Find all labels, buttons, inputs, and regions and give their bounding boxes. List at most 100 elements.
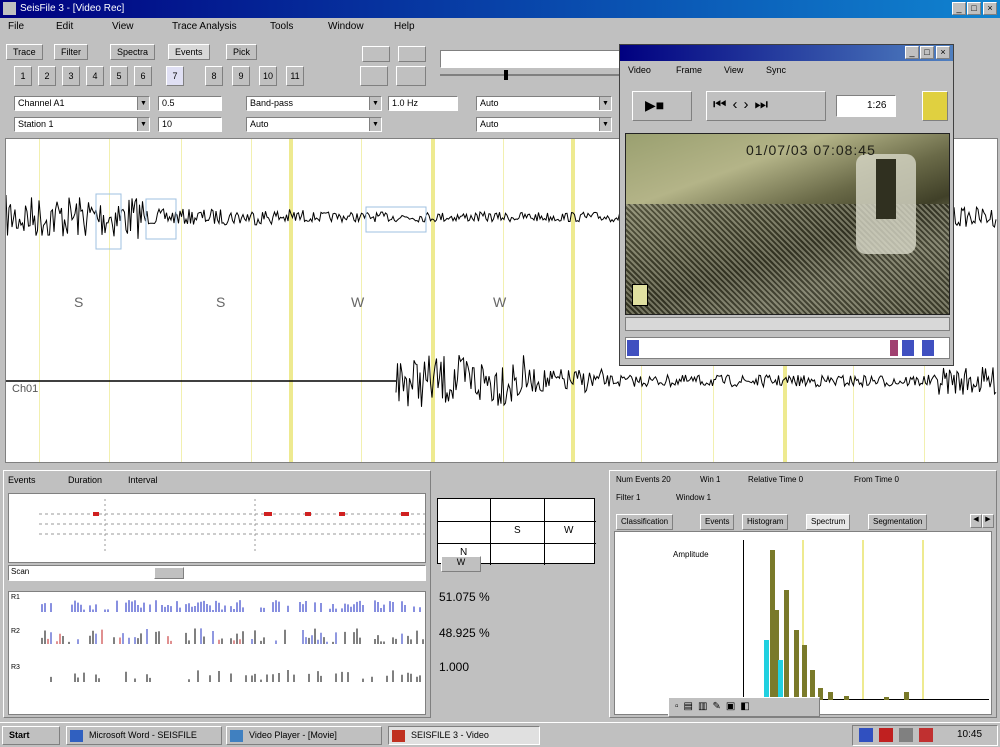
chevron-down-icon: ▼ [137, 118, 149, 131]
video-timeline[interactable] [625, 317, 950, 331]
toolbar-button-10[interactable]: 10 [259, 66, 277, 86]
menu-window[interactable]: Window [328, 21, 364, 32]
tab-scroll-left-icon[interactable]: ◀ [970, 514, 982, 528]
marker-label: W [351, 294, 365, 310]
video-menu-frame[interactable]: Frame [676, 65, 702, 75]
tab-filter[interactable]: Filter [54, 44, 88, 60]
nav-button-right[interactable] [398, 46, 426, 62]
mode-combo[interactable]: Auto ▼ [246, 117, 382, 132]
histogram-bar [828, 692, 833, 700]
param-field-2[interactable]: 10 [158, 117, 222, 132]
histogram-area[interactable]: Amplitude [614, 531, 992, 715]
play-button[interactable]: ▶■ [632, 91, 692, 121]
toolbar-button-1[interactable]: 1 [14, 66, 32, 86]
frame-counter[interactable]: 1:26 [836, 95, 896, 117]
video-maximize-button[interactable]: □ [920, 46, 934, 59]
network-icon[interactable] [859, 728, 873, 742]
histogram-bars [764, 550, 909, 700]
w-row-button[interactable]: W [441, 556, 481, 572]
legend-label: Amplitude [673, 550, 709, 559]
horizontal-scrollbar[interactable]: Scan [8, 565, 426, 581]
tab-scroll-right-icon[interactable]: ▶ [982, 514, 994, 528]
tab-interval[interactable]: Interval [128, 475, 158, 485]
video-menu-video[interactable]: Video [628, 65, 651, 75]
toolbar-button-7[interactable]: 7 [166, 66, 184, 86]
frame-step-controls[interactable]: ⏮‹›⏭ [706, 91, 826, 121]
video-seek-bar[interactable] [625, 337, 950, 359]
position-field[interactable] [440, 50, 620, 68]
filter-combo[interactable]: Band-pass ▼ [246, 96, 382, 111]
station-combo[interactable]: Station 1 ▼ [14, 117, 150, 132]
video-close-button[interactable]: × [936, 46, 950, 59]
tab-pick[interactable]: Pick [226, 44, 258, 60]
video-timestamp: 01/07/03 07:08:45 [746, 142, 876, 158]
menu-edit[interactable]: Edit [56, 21, 73, 32]
event-markers [39, 499, 425, 554]
toolbar-button-8[interactable]: 8 [205, 66, 223, 86]
tab-duration[interactable]: Duration [68, 475, 102, 485]
window-title: SeisFile 3 - [Video Rec] [20, 3, 125, 14]
position-slider-thumb[interactable] [504, 70, 508, 80]
video-menu-sync[interactable]: Sync [766, 65, 786, 75]
video-window[interactable]: _ □ × Video Frame View Sync ▶■ ⏮‹›⏭ 1:26… [619, 44, 954, 366]
video-menu-view[interactable]: View [724, 65, 743, 75]
scale-combo[interactable]: Auto ▼ [476, 96, 612, 111]
antivirus-icon[interactable] [879, 728, 893, 742]
minimize-button[interactable]: _ [952, 2, 966, 15]
tab-events[interactable]: Events [168, 44, 210, 60]
histogram-bar [884, 697, 889, 700]
menu-help[interactable]: Help [394, 21, 415, 32]
mini-toolbar[interactable]: ▫▤▥✎▣◧ [668, 697, 820, 717]
histogram-bar [904, 692, 909, 700]
tab-spectra[interactable]: Spectra [110, 44, 156, 60]
scrollbar-thumb[interactable] [154, 567, 184, 579]
frequency-field[interactable]: 1.0 Hz [388, 96, 458, 111]
record-button[interactable] [360, 66, 388, 86]
toolbar-button-2[interactable]: 2 [38, 66, 56, 86]
nav-button-left[interactable] [362, 46, 390, 62]
events-panel: Events Duration Interval Scan R1 R2 R3 [3, 470, 431, 718]
tab-events-r[interactable]: Events [700, 514, 735, 530]
tab-spectrum[interactable]: Spectrum [806, 514, 851, 530]
monitor-icon[interactable] [919, 728, 933, 742]
toolbar-button-9[interactable]: 9 [232, 66, 250, 86]
speed-button[interactable] [922, 91, 948, 121]
mini-toolbar-icons: ▫▤▥✎▣◧ [675, 701, 755, 712]
toolbar-button-6[interactable]: 6 [134, 66, 152, 86]
channel-combo[interactable]: Channel A1 ▼ [14, 96, 150, 111]
volume-icon[interactable] [899, 728, 913, 742]
toolbar-button-3[interactable]: 3 [62, 66, 80, 86]
toolbar-button-11[interactable]: 11 [286, 66, 304, 86]
histogram-bar [764, 640, 769, 700]
task-word[interactable]: Microsoft Word - SEISFILE [66, 726, 222, 745]
tab-trace[interactable]: Trace [6, 44, 43, 60]
gain-combo[interactable]: Auto ▼ [476, 117, 612, 132]
contingency-grid: S W N [437, 498, 596, 565]
activity-plot[interactable]: R1 R2 R3 [8, 591, 426, 715]
marker-label: S [216, 294, 226, 310]
tab-histogram[interactable]: Histogram [742, 514, 789, 530]
histogram-bar [802, 645, 807, 700]
param-field-1[interactable]: 0.5 [158, 96, 222, 111]
tab-classification[interactable]: Classification [616, 514, 674, 530]
activity-traces [41, 600, 424, 682]
event-timeline[interactable] [8, 493, 426, 563]
toolbar-button-5[interactable]: 5 [110, 66, 128, 86]
stop-button[interactable] [396, 66, 426, 86]
menu-tools[interactable]: Tools [270, 21, 293, 32]
menu-file[interactable]: File [8, 21, 24, 32]
video-minimize-button[interactable]: _ [905, 46, 919, 59]
tab-events-list[interactable]: Events [8, 475, 36, 485]
menu-trace-analysis[interactable]: Trace Analysis [172, 21, 237, 32]
task-seisfile[interactable]: SEISFILE 3 - Video [388, 726, 540, 745]
tab-segmentation[interactable]: Segmentation [868, 514, 928, 530]
readout-1: 51.075 % [439, 590, 490, 604]
task-video-player[interactable]: Video Player - [Movie] [226, 726, 382, 745]
menu-view[interactable]: View [112, 21, 134, 32]
close-button[interactable]: × [983, 2, 997, 15]
maximize-button[interactable]: □ [967, 2, 981, 15]
toolbar-button-4[interactable]: 4 [86, 66, 104, 86]
histogram-bar [810, 670, 815, 700]
chevron-down-icon: ▼ [369, 97, 381, 110]
start-button[interactable]: Start [2, 726, 60, 745]
